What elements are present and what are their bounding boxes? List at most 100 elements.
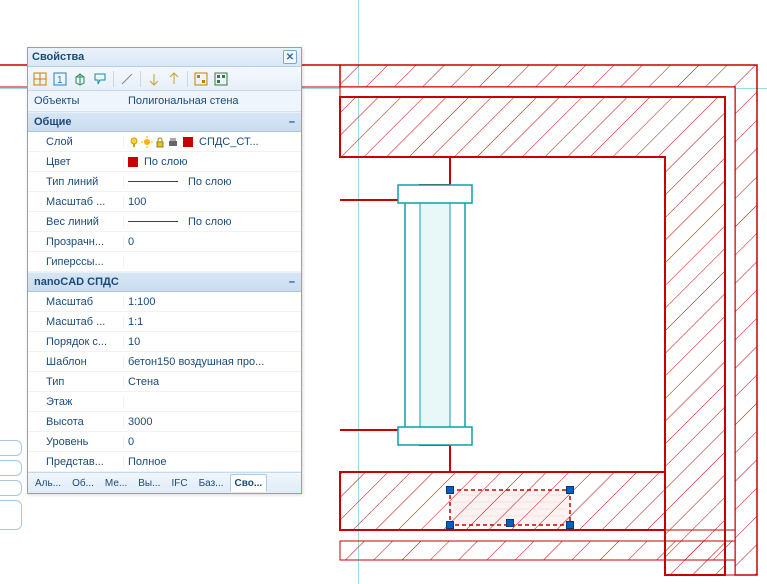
property-row[interactable]: Представ... Полное [28, 452, 301, 472]
property-value-text: По слою [188, 216, 232, 228]
property-value-text: Полное [128, 456, 167, 468]
color-swatch [128, 157, 138, 167]
property-row[interactable]: Этаж [28, 392, 301, 412]
grip-handle[interactable] [446, 486, 454, 494]
panel-tabs: Аль...Об...Ме...Вы...IFCБаз...Сво... [28, 472, 301, 493]
property-row[interactable]: Высота 3000 [28, 412, 301, 432]
toolbar-separator [187, 71, 188, 87]
collapse-icon[interactable]: – [289, 116, 295, 128]
panel-tab[interactable]: Вы... [133, 474, 165, 492]
color-swatch [183, 137, 193, 147]
grip-handle[interactable] [566, 521, 574, 529]
panel-tab[interactable]: Ме... [100, 474, 132, 492]
grip-handle[interactable] [506, 519, 514, 527]
property-value[interactable]: 3000 [124, 416, 301, 428]
property-value[interactable]: 100 [124, 196, 301, 208]
property-value-text: Стена [128, 376, 159, 388]
property-label: Прозрачн... [28, 236, 124, 248]
property-row[interactable]: Шаблон бетон150 воздушная про... [28, 352, 301, 372]
lock-icon [154, 136, 166, 148]
property-row[interactable]: Масштаб ... 1:1 [28, 312, 301, 332]
property-row[interactable]: Масштаб ...100 [28, 192, 301, 212]
panel-tab[interactable]: Об... [67, 474, 99, 492]
property-value-text: По слою [188, 176, 232, 188]
panel-toolbar: 1 [28, 67, 301, 91]
property-row[interactable]: ЦветПо слою [28, 152, 301, 172]
property-value-text: 10 [128, 336, 140, 348]
panel-tab[interactable]: Аль... [30, 474, 66, 492]
property-value-text: бетон150 воздушная про... [128, 356, 264, 368]
property-label: Представ... [28, 456, 124, 468]
property-label: Вес линий [28, 216, 124, 228]
property-row[interactable]: Тип линий По слою [28, 172, 301, 192]
property-value[interactable]: Стена [124, 376, 301, 388]
svg-text:1: 1 [57, 75, 63, 86]
property-value[interactable]: 1:100 [124, 296, 301, 308]
property-value-text: 3000 [128, 416, 152, 428]
diagonal-icon[interactable] [118, 70, 136, 88]
property-row[interactable]: Прозрачн... 0 [28, 232, 301, 252]
property-label: Тип [28, 376, 124, 388]
property-label: Шаблон [28, 356, 124, 368]
line-sample [128, 181, 178, 182]
lightbulb-icon [128, 136, 140, 148]
sun-icon [141, 136, 153, 148]
category-label: Общие [34, 116, 72, 128]
property-value[interactable]: 0 [124, 236, 301, 248]
paper-edge-decoration [0, 440, 28, 540]
cube-icon[interactable] [71, 70, 89, 88]
category-label: nanoCAD СПДС [34, 276, 119, 288]
property-row[interactable]: Тип Стена [28, 372, 301, 392]
property-label: Уровень [28, 436, 124, 448]
property-label: Цвет [28, 156, 124, 168]
property-value[interactable]: бетон150 воздушная про... [124, 356, 301, 368]
property-value-text: 0 [128, 236, 134, 248]
property-row[interactable]: Порядок с...10 [28, 332, 301, 352]
arrow-down-icon[interactable] [145, 70, 163, 88]
property-label: Тип линий [28, 176, 124, 188]
panel-title: Свойства [32, 51, 283, 63]
property-value[interactable]: 1:1 [124, 316, 301, 328]
panel-tab[interactable]: Баз... [194, 474, 229, 492]
property-row[interactable]: Уровень0 [28, 432, 301, 452]
grip-handle[interactable] [566, 486, 574, 494]
panel-titlebar[interactable]: Свойства ✕ [28, 48, 301, 67]
property-row[interactable]: Масштаб 1:100 [28, 292, 301, 312]
property-label: Масштаб ... [28, 316, 124, 328]
guide-line [358, 0, 359, 584]
toolbar-separator [113, 71, 114, 87]
property-row[interactable]: СлойСПДС_СТ... [28, 132, 301, 152]
category-header[interactable]: Общие – [28, 112, 301, 132]
property-value-text: 100 [128, 196, 146, 208]
category-header[interactable]: nanoCAD СПДС – [28, 272, 301, 292]
property-value-text: 1:100 [128, 296, 156, 308]
grip-handle[interactable] [446, 521, 454, 529]
numeric-mode-icon[interactable]: 1 [51, 70, 69, 88]
property-value[interactable]: 10 [124, 336, 301, 348]
property-value[interactable]: По слою [124, 176, 301, 188]
property-value[interactable]: 0 [124, 436, 301, 448]
property-label: Масштаб [28, 296, 124, 308]
property-value-text: СПДС_СТ... [199, 136, 259, 148]
collapse-icon[interactable]: – [289, 276, 295, 288]
object-value[interactable]: Полигональная стена [124, 92, 301, 110]
property-row[interactable]: Вес линий По слою [28, 212, 301, 232]
property-value-text: 1:1 [128, 316, 143, 328]
panel-tab[interactable]: IFC [166, 474, 192, 492]
property-label: Высота [28, 416, 124, 428]
highlight-icon[interactable] [91, 70, 109, 88]
property-value[interactable]: СПДС_СТ... [124, 136, 301, 148]
property-label: Гиперссы... [28, 256, 124, 268]
arrow-up-icon[interactable] [165, 70, 183, 88]
pattern-a-icon[interactable] [192, 70, 210, 88]
print-icon [167, 136, 179, 148]
object-type-row[interactable]: Объекты Полигональная стена [28, 91, 301, 112]
property-row[interactable]: Гиперссы... [28, 252, 301, 272]
property-value[interactable]: По слою [124, 216, 301, 228]
panel-tab[interactable]: Сво... [230, 474, 268, 492]
property-value[interactable]: Полное [124, 456, 301, 468]
pattern-b-icon[interactable] [212, 70, 230, 88]
property-value[interactable]: По слою [124, 156, 301, 168]
grid-toggle-icon[interactable] [31, 70, 49, 88]
close-icon[interactable]: ✕ [283, 50, 297, 64]
